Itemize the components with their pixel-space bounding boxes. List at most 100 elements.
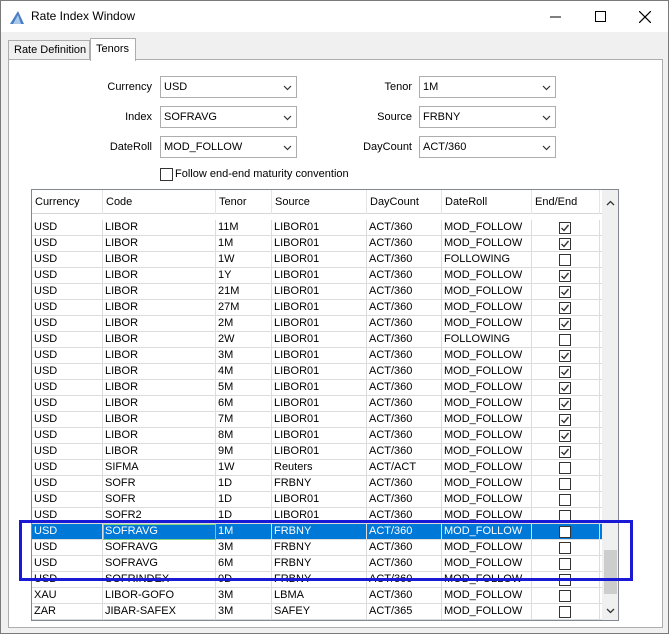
cell-code[interactable]: LIBOR (103, 380, 216, 396)
cell-currency[interactable]: USD (32, 316, 103, 332)
tab-rate-definition[interactable]: Rate Definition (8, 40, 90, 60)
cell-code[interactable]: LIBOR (103, 428, 216, 444)
cell-currency[interactable]: USD (32, 252, 103, 268)
cell-tenor[interactable]: 3M (216, 588, 272, 604)
cell-daycount[interactable]: ACT/360 (367, 540, 442, 556)
cell-tenor[interactable]: 1M (216, 236, 272, 252)
table-row[interactable]: USD SOFR2 1D LIBOR01 ACT/360 MOD_FOLLOW (32, 508, 602, 524)
endend-checkbox[interactable] (559, 286, 571, 298)
cell-dateroll[interactable]: MOD_FOLLOW (442, 428, 532, 444)
endend-checkbox[interactable] (559, 446, 571, 458)
cell-code[interactable]: SOFRAVG (103, 556, 216, 572)
tab-tenors[interactable]: Tenors (90, 38, 136, 61)
cell-source[interactable]: LIBOR01 (272, 412, 367, 428)
table-row[interactable]: USD SOFR 1D FRBNY ACT/360 MOD_FOLLOW (32, 476, 602, 492)
endend-checkbox[interactable] (559, 462, 571, 474)
cell-currency[interactable]: USD (32, 396, 103, 412)
endend-checkbox[interactable] (559, 382, 571, 394)
cell-daycount[interactable]: ACT/365 (367, 604, 442, 620)
cell-dateroll[interactable]: MOD_FOLLOW (442, 268, 532, 284)
cell-currency[interactable]: USD (32, 444, 103, 460)
table-row[interactable]: USD LIBOR 1W LIBOR01 ACT/360 FOLLOWING (32, 252, 602, 268)
cell-code[interactable]: SOFRAVG (103, 540, 216, 556)
table-row[interactable]: USD SIFMA 1W Reuters ACT/ACT MOD_FOLLOW (32, 460, 602, 476)
cell-source[interactable]: LIBOR01 (272, 508, 367, 524)
cell-code[interactable]: LIBOR (103, 284, 216, 300)
cell-code[interactable]: SOFR2 (103, 508, 216, 524)
cell-daycount[interactable]: ACT/360 (367, 476, 442, 492)
cell-currency[interactable]: USD (32, 348, 103, 364)
cell-currency[interactable]: USD (32, 300, 103, 316)
cell-code[interactable]: SOFR (103, 476, 216, 492)
cell-tenor[interactable]: 2M (216, 316, 272, 332)
dateroll-combo[interactable]: MOD_FOLLOW (160, 136, 297, 158)
cell-currency[interactable]: USD (32, 364, 103, 380)
cell-dateroll[interactable]: MOD_FOLLOW (442, 588, 532, 604)
cell-source[interactable]: LIBOR01 (272, 220, 367, 236)
cell-dateroll[interactable]: MOD_FOLLOW (442, 572, 532, 588)
cell-currency[interactable]: USD (32, 572, 103, 588)
cell-tenor[interactable]: 8M (216, 428, 272, 444)
cell-tenor[interactable]: 9M (216, 444, 272, 460)
minimize-button[interactable] (533, 1, 577, 32)
cell-tenor[interactable]: 2W (216, 332, 272, 348)
index-combo[interactable]: SOFRAVG (160, 106, 297, 128)
cell-daycount[interactable]: ACT/360 (367, 348, 442, 364)
table-row[interactable]: USD SOFR 1D LIBOR01 ACT/360 MOD_FOLLOW (32, 492, 602, 508)
cell-tenor[interactable]: 1W (216, 252, 272, 268)
cell-source[interactable]: LIBOR01 (272, 396, 367, 412)
cell-source[interactable]: FRBNY (272, 524, 367, 540)
cell-source[interactable]: LIBOR01 (272, 444, 367, 460)
cell-tenor[interactable]: 5M (216, 380, 272, 396)
header-daycount[interactable]: DayCount (367, 190, 442, 214)
endend-checkbox[interactable] (559, 398, 571, 410)
cell-source[interactable]: LIBOR01 (272, 332, 367, 348)
endend-checkbox[interactable] (559, 574, 571, 586)
cell-code[interactable]: LIBOR (103, 268, 216, 284)
table-row[interactable]: USD LIBOR 1M LIBOR01 ACT/360 MOD_FOLLOW (32, 236, 602, 252)
cell-currency[interactable]: USD (32, 556, 103, 572)
endend-checkbox[interactable] (559, 606, 571, 618)
cell-code[interactable]: LIBOR (103, 316, 216, 332)
cell-tenor[interactable]: 7M (216, 412, 272, 428)
endend-checkbox[interactable] (559, 270, 571, 282)
title-bar[interactable]: Rate Index Window (1, 1, 668, 32)
cell-tenor[interactable]: 4M (216, 364, 272, 380)
endend-checkbox[interactable] (559, 334, 571, 346)
cell-currency[interactable]: USD (32, 380, 103, 396)
cell-currency[interactable]: USD (32, 540, 103, 556)
cell-dateroll[interactable]: MOD_FOLLOW (442, 284, 532, 300)
cell-source[interactable]: FRBNY (272, 540, 367, 556)
cell-currency[interactable]: USD (32, 428, 103, 444)
tenor-combo[interactable]: 1M (419, 76, 556, 98)
header-currency[interactable]: Currency (32, 190, 103, 214)
table-row[interactable]: USD SOFRAVG 3M FRBNY ACT/360 MOD_FOLLOW (32, 540, 602, 556)
cell-currency[interactable]: USD (32, 236, 103, 252)
cell-daycount[interactable]: ACT/360 (367, 236, 442, 252)
cell-daycount[interactable]: ACT/360 (367, 220, 442, 236)
table-row[interactable]: USD LIBOR 6M LIBOR01 ACT/360 MOD_FOLLOW (32, 396, 602, 412)
cell-tenor[interactable]: 1D (216, 476, 272, 492)
cell-daycount[interactable]: ACT/360 (367, 492, 442, 508)
cell-code[interactable]: SOFRINDEX (103, 572, 216, 588)
cell-tenor[interactable]: 3M (216, 604, 272, 620)
cell-source[interactable]: LBMA (272, 588, 367, 604)
cell-daycount[interactable]: ACT/360 (367, 588, 442, 604)
table-row-selected[interactable]: USD SOFRAVG 1M FRBNY ACT/360 MOD_FOLLOW (32, 524, 602, 540)
cell-daycount[interactable]: ACT/360 (367, 316, 442, 332)
cell-dateroll[interactable]: MOD_FOLLOW (442, 316, 532, 332)
cell-code[interactable]: LIBOR (103, 332, 216, 348)
cell-tenor[interactable]: 11M (216, 220, 272, 236)
cell-tenor[interactable]: 1D (216, 492, 272, 508)
header-tenor[interactable]: Tenor (216, 190, 272, 214)
cell-currency[interactable]: USD (32, 332, 103, 348)
cell-code[interactable]: LIBOR (103, 412, 216, 428)
table-row[interactable]: USD LIBOR 2W LIBOR01 ACT/360 FOLLOWING (32, 332, 602, 348)
endend-checkbox[interactable] (559, 222, 571, 234)
cell-daycount[interactable]: ACT/360 (367, 556, 442, 572)
cell-code[interactable]: LIBOR (103, 364, 216, 380)
cell-daycount[interactable]: ACT/360 (367, 284, 442, 300)
cell-dateroll[interactable]: FOLLOWING (442, 252, 532, 268)
cell-dateroll[interactable]: MOD_FOLLOW (442, 508, 532, 524)
cell-code[interactable]: LIBOR (103, 396, 216, 412)
